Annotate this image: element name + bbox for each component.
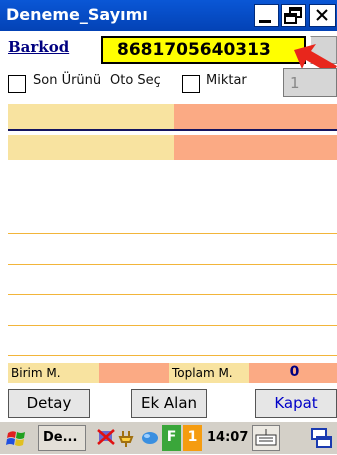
list-line xyxy=(8,294,337,295)
f-indicator-icon[interactable]: F xyxy=(162,425,181,451)
ek-alan-button[interactable]: Ek Alan xyxy=(131,389,207,418)
info-row-2-right xyxy=(174,135,337,160)
power-plug-icon[interactable] xyxy=(117,425,139,451)
birim-value xyxy=(99,363,169,383)
minimize-icon xyxy=(259,20,271,23)
taskbar: De... F 1 14:07 xyxy=(0,421,337,454)
barkod-label[interactable]: Barkod xyxy=(8,38,69,56)
keyboard-icon[interactable] xyxy=(252,425,280,451)
detay-button[interactable]: Detay xyxy=(8,389,90,418)
taskbar-app-button[interactable]: De... xyxy=(38,425,86,451)
restore-icon xyxy=(284,7,302,24)
son-urunu-checkbox[interactable] xyxy=(8,75,26,93)
toplam-value: 0 xyxy=(249,363,337,383)
desktop-switch-icon[interactable] xyxy=(307,425,335,451)
son-urunu-label: Son Ürünü xyxy=(33,73,102,88)
list-line xyxy=(8,325,337,326)
list-line xyxy=(8,264,337,265)
title-bar: Deneme_Sayımı xyxy=(0,0,337,31)
network-icon[interactable] xyxy=(95,425,117,451)
info-row-1-left xyxy=(8,104,174,129)
divider-line xyxy=(8,129,337,131)
close-icon xyxy=(316,9,328,21)
sync-icon[interactable] xyxy=(139,425,161,451)
minimize-button[interactable] xyxy=(254,4,279,27)
list-line xyxy=(8,355,337,356)
start-button[interactable] xyxy=(3,425,33,451)
miktar-checkbox[interactable] xyxy=(182,75,200,93)
info-row-1-right xyxy=(174,104,337,129)
info-row-2-left xyxy=(8,135,174,160)
list-line xyxy=(8,233,337,234)
close-button[interactable] xyxy=(309,4,336,27)
miktar-input[interactable]: 1 xyxy=(283,68,337,97)
window-title: Deneme_Sayımı xyxy=(6,5,148,24)
oto-sec-label: Oto Seç xyxy=(110,73,161,88)
birim-label: Birim M. xyxy=(8,363,99,383)
notification-badge[interactable]: 1 xyxy=(183,425,202,451)
kapat-button[interactable]: Kapat xyxy=(255,389,337,418)
miktar-label: Miktar xyxy=(206,73,247,88)
restore-button[interactable] xyxy=(281,4,306,27)
barkod-input[interactable]: 8681705640313 xyxy=(101,36,306,64)
windows-logo-icon xyxy=(6,431,25,446)
clock[interactable]: 14:07 xyxy=(207,425,248,451)
toplam-label: Toplam M. xyxy=(169,363,249,383)
